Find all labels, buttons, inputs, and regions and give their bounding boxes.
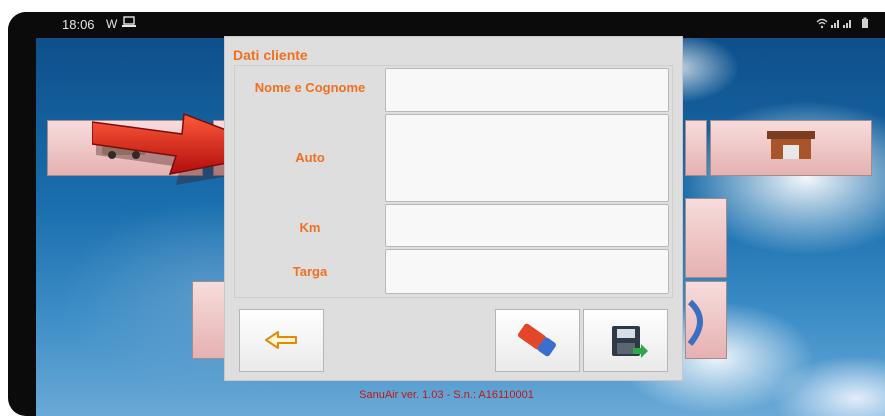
back-button[interactable] <box>239 309 324 372</box>
laptop-icon <box>122 16 136 31</box>
footer-version: SanuAir ver. 1.03 - S.n.: A16110001 <box>359 389 534 401</box>
dialog-title: Dati cliente <box>233 47 308 63</box>
customer-form: Nome e Cognome Auto Km Targa <box>234 65 673 298</box>
battery-icon <box>862 17 868 28</box>
clear-button[interactable] <box>495 309 580 372</box>
tile-partial-mid-right[interactable] <box>685 198 727 278</box>
car-input[interactable] <box>385 114 669 202</box>
eraser-icon <box>518 323 556 357</box>
garage-tile[interactable] <box>710 120 872 176</box>
status-time: 18:06 <box>62 17 95 32</box>
arrow-left-icon <box>265 331 297 349</box>
km-input[interactable] <box>385 204 669 247</box>
status-bar: 18:06 W <box>8 12 885 38</box>
plate-input[interactable] <box>385 249 669 294</box>
garage-icon <box>767 131 815 161</box>
signal-icon <box>843 20 851 28</box>
name-label: Nome e Cognome <box>254 80 366 95</box>
status-w-icon: W <box>106 17 118 31</box>
refresh-icon <box>687 299 703 346</box>
status-right-icons <box>815 17 875 32</box>
car-label: Auto <box>295 150 325 165</box>
plate-label: Targa <box>292 264 328 279</box>
km-label: Km <box>299 220 321 235</box>
save-button[interactable] <box>583 309 668 372</box>
signal-icon <box>831 20 839 28</box>
tile-partial-lower-right[interactable] <box>685 281 727 359</box>
customer-data-dialog: Dati cliente Nome e Cognome Auto Km Targ… <box>224 36 683 381</box>
tile-partial-right[interactable] <box>685 120 707 176</box>
floppy-save-icon <box>612 326 648 358</box>
phone-screen: 18:06 W Dati cliente Nome e Cognome Auto… <box>8 12 885 416</box>
name-input[interactable] <box>385 68 669 112</box>
wifi-icon <box>816 18 828 29</box>
